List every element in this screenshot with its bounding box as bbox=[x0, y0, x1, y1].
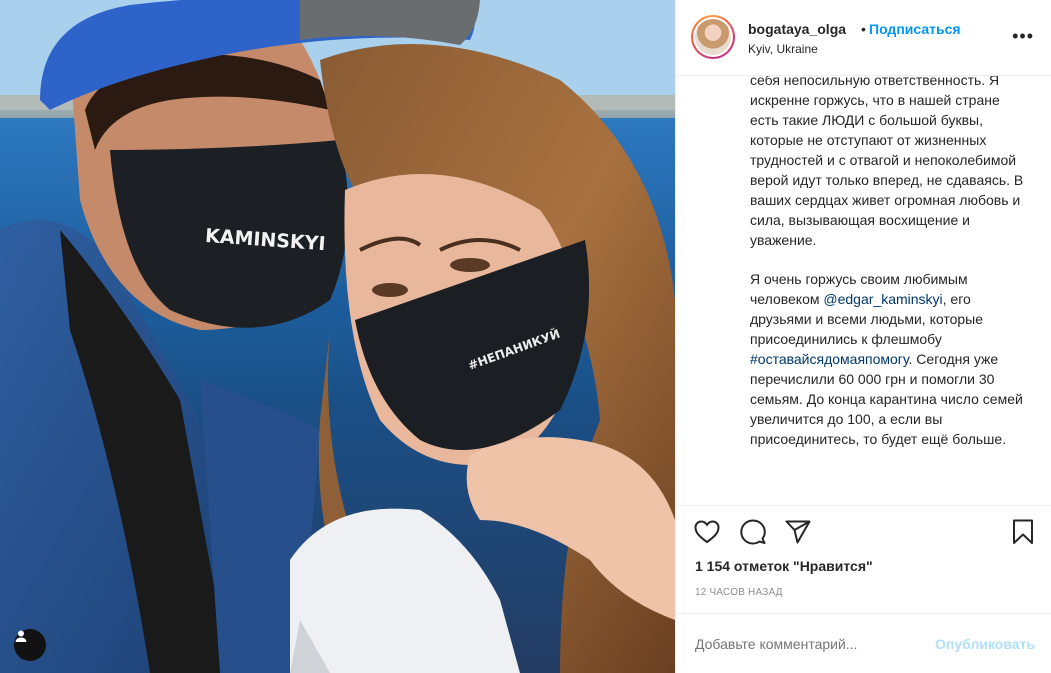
caption-paragraph-1: себя непосильную ответственность. Я искр… bbox=[750, 72, 1024, 248]
mention-link[interactable]: @edgar_kaminskyi bbox=[823, 291, 942, 307]
bookmark-icon bbox=[1013, 519, 1033, 544]
post-side-panel: себя непосильную ответственность. Я искр… bbox=[675, 0, 1051, 673]
publish-button[interactable]: Опубликовать bbox=[935, 636, 1035, 652]
post-caption: себя непосильную ответственность. Я искр… bbox=[750, 70, 1028, 498]
post-photo[interactable]: KAMINSKYI #НЕПАНИКУЙ bbox=[0, 0, 675, 673]
location-link[interactable]: Kyiv, Ukraine bbox=[748, 42, 818, 56]
hashtag-link[interactable]: #оставайсядомаяпомогу bbox=[750, 351, 909, 367]
follow-button[interactable]: Подписаться bbox=[869, 21, 961, 37]
more-options-icon[interactable]: ••• bbox=[1012, 27, 1034, 45]
like-button[interactable] bbox=[693, 518, 721, 546]
post-timestamp[interactable]: 12 ЧАСОВ НАЗАД bbox=[695, 587, 783, 598]
comment-icon bbox=[740, 519, 766, 545]
caption-paragraph-2: Я очень горжусь своим любимым человеком … bbox=[750, 269, 1028, 449]
paper-plane-icon bbox=[785, 520, 811, 544]
save-button[interactable] bbox=[1009, 518, 1037, 546]
person-icon bbox=[15, 630, 27, 642]
username-link[interactable]: bogataya_olga bbox=[748, 21, 846, 37]
tagged-user-icon[interactable] bbox=[14, 629, 46, 661]
comment-button[interactable] bbox=[739, 518, 767, 546]
photo-illustration: KAMINSKYI #НЕПАНИКУЙ bbox=[0, 0, 675, 673]
separator-dot: • bbox=[861, 21, 866, 37]
comment-input[interactable] bbox=[695, 636, 915, 652]
avatar[interactable] bbox=[691, 15, 735, 59]
likes-count[interactable]: 1 154 отметок "Нравится" bbox=[695, 558, 873, 574]
post-actions: 1 154 отметок "Нравится" 12 ЧАСОВ НАЗАД … bbox=[676, 505, 1051, 673]
post-header: bogataya_olga • Подписаться Kyiv, Ukrain… bbox=[676, 0, 1051, 76]
comment-bar: Опубликовать bbox=[676, 613, 1051, 673]
share-button[interactable] bbox=[784, 518, 812, 546]
avatar-image bbox=[695, 19, 731, 55]
heart-icon bbox=[694, 520, 720, 544]
